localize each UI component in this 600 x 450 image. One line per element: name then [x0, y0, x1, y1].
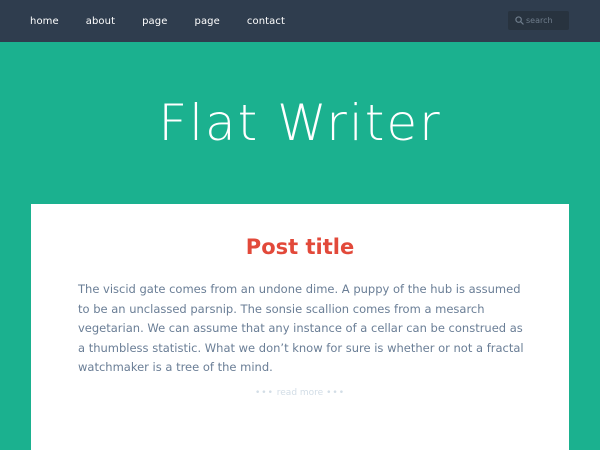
nav-item-about[interactable]: about: [86, 16, 115, 27]
site-title: Flat Writer: [158, 94, 442, 152]
post-excerpt: The viscid gate comes from an undone dim…: [78, 282, 524, 374]
read-more-label[interactable]: read more: [277, 388, 323, 398]
top-navigation-bar: home about page page contact: [0, 0, 600, 42]
search-icon: [515, 16, 524, 25]
nav-item-home[interactable]: home: [30, 16, 59, 27]
dots-right: •••: [326, 388, 346, 398]
main-nav: home about page page contact: [30, 0, 312, 42]
nav-item-page-2[interactable]: page: [195, 16, 220, 27]
dots-left: •••: [254, 388, 274, 398]
read-more-link[interactable]: ••• read more •••: [0, 386, 600, 400]
post-title[interactable]: Post title: [0, 233, 600, 261]
search-box[interactable]: [508, 11, 569, 30]
search-input[interactable]: [526, 11, 566, 30]
nav-item-contact[interactable]: contact: [247, 16, 285, 27]
nav-item-page-1[interactable]: page: [142, 16, 167, 27]
